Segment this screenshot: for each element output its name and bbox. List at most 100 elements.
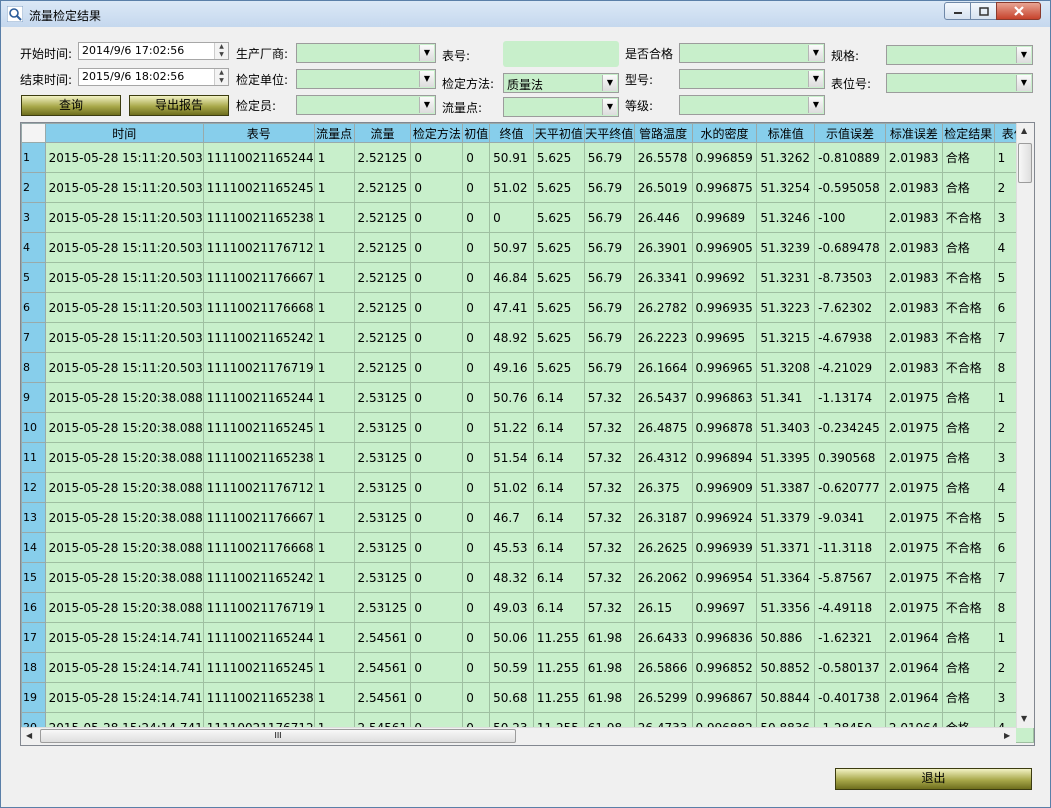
table-cell[interactable]: 5.625	[532, 292, 585, 323]
vertical-scroll-thumb[interactable]	[1018, 143, 1032, 183]
table-cell[interactable]: 1	[313, 382, 355, 413]
table-cell[interactable]: 61.98	[583, 622, 635, 653]
table-cell[interactable]: 51.3403	[756, 412, 816, 443]
table-cell[interactable]: -7.62302	[814, 292, 886, 323]
table-cell[interactable]: 2015-05-28 15:11:20.503	[44, 172, 204, 203]
table-row[interactable]: 6 2015-05-28 15:11:20.503 11110021176668 1 2…	[21, 292, 1034, 323]
table-cell[interactable]: 0	[410, 502, 464, 533]
table-cell[interactable]: 2015-05-28 15:24:14.741	[44, 622, 204, 653]
column-header[interactable]: 流量	[353, 123, 412, 143]
table-cell[interactable]: 2.53125	[353, 442, 412, 473]
table-row[interactable]: 4 2015-05-28 15:11:20.503 11110021176712 1 2…	[21, 232, 1034, 263]
table-cell[interactable]: 1	[313, 442, 355, 473]
table-cell[interactable]: -0.595058	[814, 172, 886, 203]
table-cell[interactable]: 26.6433	[633, 622, 693, 653]
table-cell[interactable]: 2.01983	[884, 202, 943, 233]
table-cell[interactable]: 0	[462, 562, 491, 593]
table-cell[interactable]: 56.79	[583, 352, 635, 383]
scroll-up-icon[interactable]: ▲	[1021, 126, 1027, 135]
table-cell[interactable]: 1	[313, 352, 355, 383]
table-cell[interactable]: -0.580137	[814, 652, 886, 683]
table-cell[interactable]: 2.53125	[353, 502, 412, 533]
table-cell[interactable]: 0	[410, 172, 464, 203]
model-select[interactable]: ▼	[679, 69, 825, 89]
row-header[interactable]: 4	[21, 232, 46, 263]
table-cell[interactable]: 51.02	[489, 472, 534, 503]
table-cell[interactable]: 1	[313, 532, 355, 563]
table-cell[interactable]: 56.79	[583, 172, 635, 203]
table-cell[interactable]: 11110021176712	[202, 232, 315, 263]
table-cell[interactable]: 2015-05-28 15:20:38.088	[44, 592, 204, 623]
table-cell[interactable]: 0.996905	[691, 232, 758, 263]
table-cell[interactable]: 51.54	[489, 442, 534, 473]
table-cell[interactable]: -1.13174	[814, 382, 886, 413]
table-cell[interactable]: 0	[462, 502, 491, 533]
table-cell[interactable]: 57.32	[583, 382, 635, 413]
table-cell[interactable]: 51.02	[489, 172, 534, 203]
column-header[interactable]: 示值误差	[814, 123, 886, 143]
table-cell[interactable]: 2.01964	[884, 682, 943, 713]
table-cell[interactable]: 0.996924	[691, 502, 758, 533]
table-cell[interactable]: 11110021165238	[202, 682, 315, 713]
table-cell[interactable]: 0.996878	[691, 412, 758, 443]
table-cell[interactable]: 2.53125	[353, 562, 412, 593]
table-cell[interactable]: 不合格	[941, 292, 995, 323]
table-row[interactable]: 18 2015-05-28 15:24:14.741 11110021165245 1…	[21, 652, 1034, 683]
table-cell[interactable]: 26.2625	[633, 532, 693, 563]
table-cell[interactable]: 0.99695	[691, 322, 758, 353]
table-cell[interactable]: 50.8852	[756, 652, 816, 683]
table-cell[interactable]: -0.234245	[814, 412, 886, 443]
spec-select[interactable]: ▼	[886, 45, 1033, 65]
table-cell[interactable]: 51.3371	[756, 532, 816, 563]
table-cell[interactable]: 0.390568	[814, 442, 886, 473]
inspection-unit-select[interactable]: ▼	[296, 69, 436, 89]
row-header[interactable]: 19	[21, 682, 46, 713]
table-cell[interactable]: 26.5578	[633, 142, 693, 173]
table-cell[interactable]: 50.68	[489, 682, 534, 713]
table-cell[interactable]: 1	[313, 652, 355, 683]
table-cell[interactable]: 0	[462, 202, 491, 233]
scroll-down-icon[interactable]: ▼	[1021, 714, 1027, 723]
title-bar[interactable]: 流量检定结果	[1, 1, 1050, 27]
table-cell[interactable]: 26.5437	[633, 382, 693, 413]
table-row[interactable]: 7 2015-05-28 15:11:20.503 11110021165242 1 2…	[21, 322, 1034, 353]
table-cell[interactable]: 0	[410, 142, 464, 173]
table-cell[interactable]: 49.16	[489, 352, 534, 383]
inspector-select[interactable]: ▼	[296, 95, 436, 115]
table-cell[interactable]: 1	[313, 412, 355, 443]
table-cell[interactable]: 2.52125	[353, 322, 412, 353]
table-cell[interactable]: 1	[313, 202, 355, 233]
row-header[interactable]: 3	[21, 202, 46, 233]
table-cell[interactable]: 2015-05-28 15:11:20.503	[44, 322, 204, 353]
table-cell[interactable]: 合格	[941, 382, 995, 413]
table-cell[interactable]: 0	[462, 472, 491, 503]
table-cell[interactable]: 2015-05-28 15:20:38.088	[44, 472, 204, 503]
table-cell[interactable]: 2.01964	[884, 652, 943, 683]
table-row[interactable]: 16 2015-05-28 15:20:38.088 11110021176719 1…	[21, 592, 1034, 623]
table-cell[interactable]: 0	[410, 652, 464, 683]
table-cell[interactable]: 11110021176667	[202, 262, 315, 293]
table-cell[interactable]: 11110021176667	[202, 502, 315, 533]
column-header[interactable]: 表号	[202, 123, 315, 143]
exit-button[interactable]: 退出	[835, 768, 1032, 790]
table-cell[interactable]: 1	[313, 682, 355, 713]
table-cell[interactable]: 11.255	[532, 682, 585, 713]
table-cell[interactable]: 0.996894	[691, 442, 758, 473]
table-cell[interactable]: 0	[410, 412, 464, 443]
table-cell[interactable]: 1	[313, 292, 355, 323]
table-cell[interactable]: 2015-05-28 15:24:14.741	[44, 652, 204, 683]
table-cell[interactable]: 11110021165242	[202, 322, 315, 353]
table-cell[interactable]: -11.3118	[814, 532, 886, 563]
table-row[interactable]: 17 2015-05-28 15:24:14.741 11110021165244 1…	[21, 622, 1034, 653]
table-cell[interactable]: 0	[410, 472, 464, 503]
table-cell[interactable]: 26.15	[633, 592, 693, 623]
table-cell[interactable]: 合格	[941, 682, 995, 713]
table-cell[interactable]: 1	[313, 562, 355, 593]
table-cell[interactable]: 6.14	[532, 592, 585, 623]
table-cell[interactable]: 51.3223	[756, 292, 816, 323]
table-cell[interactable]: 2.52125	[353, 142, 412, 173]
table-cell[interactable]: 0	[462, 172, 491, 203]
table-cell[interactable]: 2.54561	[353, 622, 412, 653]
end-time-picker[interactable]: 2015/9/6 18:02:56 ▲ ▼	[78, 68, 229, 86]
table-cell[interactable]: 0	[462, 412, 491, 443]
